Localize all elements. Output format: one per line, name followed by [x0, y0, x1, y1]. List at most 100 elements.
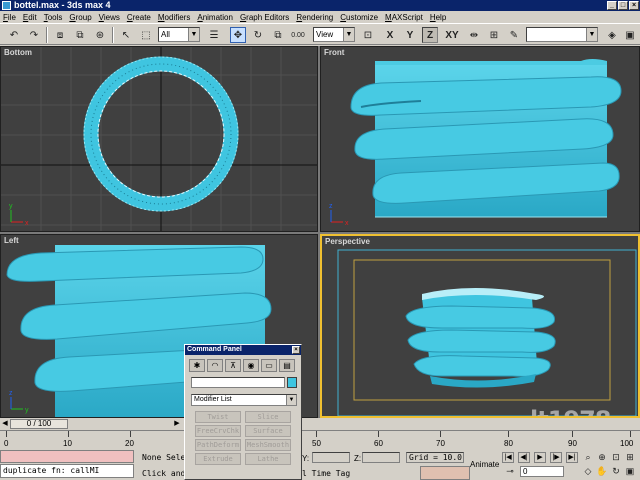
- select-and-rotate-icon[interactable]: ↻: [250, 27, 266, 43]
- modifier-button[interactable]: Surface: [245, 425, 291, 437]
- menu-views[interactable]: Views: [99, 13, 120, 22]
- modifier-button[interactable]: Extrude: [195, 453, 241, 465]
- viewport-front[interactable]: Front x z: [320, 46, 640, 232]
- menu-rendering[interactable]: Rendering: [296, 13, 333, 22]
- goto-start-icon[interactable]: |◀: [502, 452, 514, 463]
- time-slider[interactable]: ◀ 0 / 100 ▶: [0, 418, 184, 430]
- current-frame-field[interactable]: 0: [520, 466, 564, 477]
- listener-output[interactable]: duplicate fn: callMI: [0, 464, 134, 478]
- viewport-label-front[interactable]: Front: [324, 48, 344, 57]
- selection-filter-dropdown[interactable]: All ▼: [158, 27, 200, 42]
- arc-rotate-icon[interactable]: ↻: [610, 466, 622, 477]
- prev-frame-icon[interactable]: ◀|: [518, 452, 530, 463]
- viewport-label-bottom[interactable]: Bottom: [4, 48, 32, 57]
- viewport-bottom-scene: x y: [1, 47, 317, 231]
- time-next-icon[interactable]: ▶: [172, 419, 182, 429]
- maximize-button[interactable]: □: [618, 1, 628, 10]
- menu-file[interactable]: File: [3, 13, 16, 22]
- track-bar[interactable]: 0 10 20 30 40 50 60 70 80 90 100: [0, 430, 640, 448]
- key-mode-icon[interactable]: ⊸: [504, 466, 516, 477]
- modifier-button[interactable]: Slice: [245, 411, 291, 423]
- menu-animation[interactable]: Animation: [197, 13, 233, 22]
- zoom-icon[interactable]: ⌕: [582, 452, 594, 463]
- restrict-y-button[interactable]: Y: [402, 27, 418, 43]
- reference-coord-dropdown[interactable]: View ▼: [313, 27, 355, 42]
- time-prev-icon[interactable]: ◀: [0, 419, 10, 429]
- named-selection-icon[interactable]: ✎: [506, 27, 522, 43]
- object-name-field[interactable]: [191, 377, 285, 388]
- select-by-name-icon[interactable]: ☰: [206, 27, 222, 43]
- z-coord-field[interactable]: [362, 452, 400, 463]
- command-panel-title[interactable]: Command Panel ×: [185, 345, 301, 355]
- menu-customize[interactable]: Customize: [340, 13, 378, 22]
- minimize-button[interactable]: _: [607, 1, 617, 10]
- region-select-icon[interactable]: ⬚: [138, 27, 154, 43]
- menu-graph-editors[interactable]: Graph Editors: [240, 13, 289, 22]
- menu-maxscript[interactable]: MAXScript: [385, 13, 423, 22]
- render-icon[interactable]: ▣: [622, 27, 638, 43]
- add-time-tag[interactable]: l Time Tag: [302, 469, 350, 478]
- modifier-button[interactable]: MeshSmooth: [245, 439, 291, 451]
- named-selection-dropdown[interactable]: ▼: [526, 27, 598, 42]
- create-tab-icon[interactable]: ✱: [189, 359, 205, 372]
- maxscript-mini-listener[interactable]: duplicate fn: callMI: [0, 448, 136, 480]
- undo-icon[interactable]: ↶: [6, 27, 22, 43]
- material-editor-icon[interactable]: ◈: [604, 27, 620, 43]
- pan-icon[interactable]: ✋: [596, 466, 608, 477]
- zoom-extents-all-icon[interactable]: ⊞: [624, 452, 636, 463]
- object-color-swatch[interactable]: [287, 377, 297, 388]
- modifier-button[interactable]: Twist: [195, 411, 241, 423]
- menu-tools[interactable]: Tools: [44, 13, 63, 22]
- field-of-view-icon[interactable]: ◇: [582, 466, 594, 477]
- zoom-all-icon[interactable]: ⊕: [596, 452, 608, 463]
- viewport-bottom[interactable]: Bottom x y: [0, 46, 318, 232]
- animate-button[interactable]: Animate: [470, 460, 499, 469]
- menu-help[interactable]: Help: [430, 13, 446, 22]
- modifier-button[interactable]: Lathe: [245, 453, 291, 465]
- select-and-move-icon[interactable]: ✥: [230, 27, 246, 43]
- restrict-xy-button[interactable]: XY: [442, 27, 462, 43]
- pivot-center-icon[interactable]: ⊡: [360, 27, 376, 43]
- bind-space-warp-icon[interactable]: ⊛: [92, 27, 108, 43]
- link-icon[interactable]: ⧈: [52, 27, 68, 43]
- redo-icon[interactable]: ↷: [26, 27, 42, 43]
- listener-input[interactable]: [0, 450, 134, 463]
- unlink-icon[interactable]: ⧉: [72, 27, 88, 43]
- motion-tab-icon[interactable]: ◉: [243, 359, 259, 372]
- time-slider-thumb[interactable]: 0 / 100: [10, 419, 68, 429]
- zoom-extents-icon[interactable]: ⊡: [610, 452, 622, 463]
- menu-modifiers[interactable]: Modifiers: [158, 13, 190, 22]
- menu-create[interactable]: Create: [127, 13, 151, 22]
- display-tab-icon[interactable]: ▭: [261, 359, 277, 372]
- menu-group[interactable]: Group: [69, 13, 91, 22]
- window-title: bottel.max - 3ds max 4: [14, 0, 111, 10]
- modifier-button[interactable]: PathDeform: [195, 439, 241, 451]
- mirror-icon[interactable]: ⇹: [466, 27, 482, 43]
- menu-edit[interactable]: Edit: [23, 13, 37, 22]
- select-object-icon[interactable]: ↖: [118, 27, 134, 43]
- hierarchy-tab-icon[interactable]: ⊼: [225, 359, 241, 372]
- utilities-tab-icon[interactable]: ▤: [279, 359, 295, 372]
- close-button[interactable]: ×: [629, 1, 639, 10]
- viewport-perspective[interactable]: Perspective lt1978: [320, 234, 640, 418]
- maximize-viewport-icon[interactable]: ▣: [624, 466, 636, 477]
- play-icon[interactable]: ▶: [534, 452, 546, 463]
- next-frame-icon[interactable]: |▶: [550, 452, 562, 463]
- modifier-button[interactable]: FreeCrvChk: [195, 425, 241, 437]
- restrict-x-button[interactable]: X: [382, 27, 398, 43]
- restrict-z-button[interactable]: Z: [422, 27, 438, 43]
- svg-text:y: y: [9, 203, 13, 210]
- command-panel-close-icon[interactable]: ×: [292, 346, 300, 354]
- modify-tab-icon[interactable]: ◠: [207, 359, 223, 372]
- viewport-label-perspective[interactable]: Perspective: [325, 237, 370, 246]
- select-and-scale-icon[interactable]: ⧉: [270, 27, 286, 43]
- modifier-list-dropdown[interactable]: Modifier List ▼: [191, 394, 297, 406]
- svg-text:x: x: [25, 220, 29, 227]
- chevron-down-icon: ▼: [343, 28, 354, 41]
- snap-value[interactable]: 0.00: [290, 27, 306, 43]
- goto-end-icon[interactable]: ▶|: [566, 452, 578, 463]
- y-coord-field[interactable]: [312, 452, 350, 463]
- align-icon[interactable]: ⊞: [486, 27, 502, 43]
- watermark-text: lt1978: [530, 406, 611, 416]
- viewport-label-left[interactable]: Left: [4, 236, 19, 245]
